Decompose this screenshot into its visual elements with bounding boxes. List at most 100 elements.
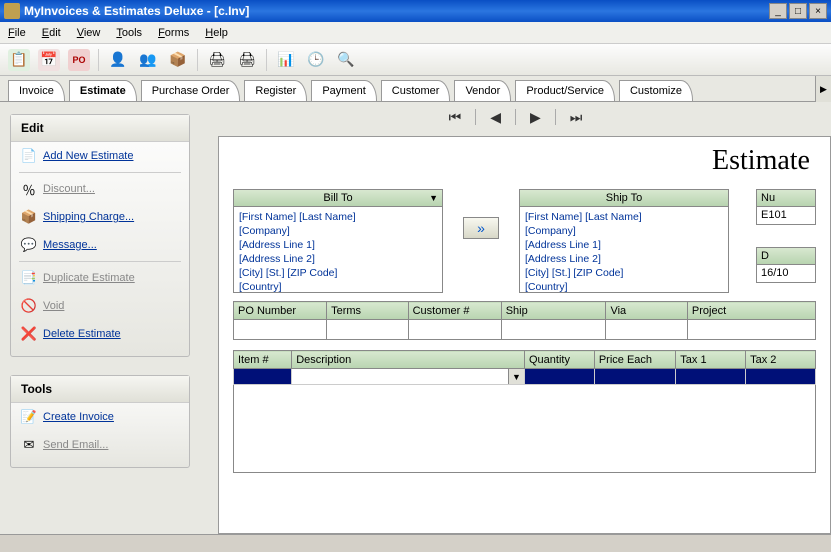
minimize-button[interactable]: _ xyxy=(769,3,787,19)
toolbar-po-icon[interactable]: PO xyxy=(68,49,90,71)
toolbar-clock-icon[interactable]: 🕒 xyxy=(305,49,327,71)
add-icon: 📄 xyxy=(21,148,37,164)
ship-to-body[interactable]: [First Name] [Last Name] [Company] [Addr… xyxy=(519,207,729,293)
bill-to-body[interactable]: [First Name] [Last Name] [Company] [Addr… xyxy=(233,207,443,293)
ship-to-header: Ship To xyxy=(519,189,729,207)
items-row-selected[interactable]: ▼ xyxy=(234,369,816,385)
items-body-empty[interactable] xyxy=(233,385,816,473)
cell-quantity[interactable] xyxy=(525,369,595,385)
sidebar-item-label: Void xyxy=(43,300,64,312)
cell-price-each[interactable] xyxy=(594,369,675,385)
menu-edit[interactable]: Edit xyxy=(42,27,61,39)
tools-panel-header: Tools xyxy=(11,376,189,403)
toolbar-print-icon[interactable]: 🖨 xyxy=(206,49,228,71)
send-email-icon: ✉ xyxy=(21,437,37,453)
toolbar-print-preview-icon[interactable]: 🖨 xyxy=(236,49,258,71)
tools-panel: Tools 📝 Create Invoice ✉ Send Email... xyxy=(10,375,190,468)
number-header: Nu xyxy=(756,189,816,207)
toolbar: 📋 📅 PO 👤 👥 📦 🖨 🖨 📊 🕒 🔍 xyxy=(0,44,831,76)
sidebar-delete-estimate[interactable]: ❌ Delete Estimate xyxy=(11,320,189,348)
tab-customer[interactable]: Customer xyxy=(381,80,451,101)
main-area: ⏮ ◀ ▶ ⏭ Estimate Bill To ▼ [First Name] … xyxy=(200,102,831,534)
double-arrow-right-icon: » xyxy=(477,220,485,236)
nav-last-icon[interactable]: ⏭ xyxy=(570,109,583,126)
maximize-button[interactable]: □ xyxy=(789,3,807,19)
tab-vendor[interactable]: Vendor xyxy=(454,80,511,101)
menu-forms[interactable]: Forms xyxy=(158,27,189,39)
sidebar-add-new-estimate[interactable]: 📄 Add New Estimate xyxy=(11,142,189,170)
col-project: Project xyxy=(687,302,815,320)
bill-to-block: Bill To ▼ [First Name] [Last Name] [Comp… xyxy=(233,189,443,293)
cell-tax2[interactable] xyxy=(746,369,816,385)
col-price-each: Price Each xyxy=(594,351,675,369)
tab-invoice[interactable]: Invoice xyxy=(8,80,65,101)
menu-view[interactable]: View xyxy=(77,27,101,39)
copy-address-button[interactable]: » xyxy=(463,217,499,239)
sidebar-void[interactable]: 🚫 Void xyxy=(11,292,189,320)
nav-prev-icon[interactable]: ◀ xyxy=(490,109,501,126)
tab-register[interactable]: Register xyxy=(244,80,307,101)
void-icon: 🚫 xyxy=(21,298,37,314)
sidebar-item-label: Shipping Charge... xyxy=(43,211,134,223)
app-icon xyxy=(4,3,20,19)
window-title: MyInvoices & Estimates Deluxe - [c.Inv] xyxy=(24,4,769,18)
sidebar-item-label: Send Email... xyxy=(43,439,108,451)
menu-tools[interactable]: Tools xyxy=(116,27,142,39)
toolbar-package-add-icon[interactable]: 📦 xyxy=(167,49,189,71)
menubar: File Edit View Tools Forms Help xyxy=(0,22,831,44)
cell-description[interactable]: ▼ xyxy=(292,369,525,385)
toolbar-search-icon[interactable]: 🔍 xyxy=(335,49,357,71)
menu-help[interactable]: Help xyxy=(205,27,228,39)
details-grid: PO Number Terms Customer # Ship Via Proj… xyxy=(233,301,816,340)
col-item-no: Item # xyxy=(234,351,292,369)
col-tax1: Tax 1 xyxy=(676,351,746,369)
sidebar-discount[interactable]: ％ Discount... xyxy=(11,175,189,203)
cell-item-no[interactable] xyxy=(234,369,292,385)
number-field[interactable]: E101 xyxy=(756,207,816,225)
bill-to-header[interactable]: Bill To ▼ xyxy=(233,189,443,207)
close-button[interactable]: × xyxy=(809,3,827,19)
sidebar-message[interactable]: 💬 Message... xyxy=(11,231,189,259)
sidebar-item-label: Message... xyxy=(43,239,97,251)
sidebar-duplicate-estimate[interactable]: 📑 Duplicate Estimate xyxy=(11,264,189,292)
tab-estimate[interactable]: Estimate xyxy=(69,80,137,101)
date-field[interactable]: 16/10 xyxy=(756,265,816,283)
tab-scroll-right-icon[interactable]: ▶ xyxy=(815,76,831,102)
sidebar-shipping-charge[interactable]: 📦 Shipping Charge... xyxy=(11,203,189,231)
toolbar-group-add-icon[interactable]: 👥 xyxy=(137,49,159,71)
titlebar: MyInvoices & Estimates Deluxe - [c.Inv] … xyxy=(0,0,831,22)
dropdown-button[interactable]: ▼ xyxy=(508,369,524,384)
toolbar-person-add-icon[interactable]: 👤 xyxy=(107,49,129,71)
tab-payment[interactable]: Payment xyxy=(311,80,376,101)
details-row[interactable] xyxy=(234,320,816,340)
date-header: D xyxy=(756,247,816,265)
sidebar-item-label: Discount... xyxy=(43,183,95,195)
toolbar-chart-icon[interactable]: 📊 xyxy=(275,49,297,71)
sidebar-send-email[interactable]: ✉ Send Email... xyxy=(11,431,189,459)
sidebar-create-invoice[interactable]: 📝 Create Invoice xyxy=(11,403,189,431)
sidebar-item-label: Duplicate Estimate xyxy=(43,272,135,284)
edit-panel-header: Edit xyxy=(11,115,189,142)
nav-next-icon[interactable]: ▶ xyxy=(530,109,541,126)
toolbar-new-icon[interactable]: 📋 xyxy=(8,49,30,71)
sidebar-item-label: Add New Estimate xyxy=(43,150,133,162)
nav-first-icon[interactable]: ⏮ xyxy=(449,109,462,126)
date-block: D 16/10 xyxy=(756,247,816,283)
col-via: Via xyxy=(606,302,687,320)
ship-to-block: Ship To [First Name] [Last Name] [Compan… xyxy=(519,189,729,293)
cell-tax1[interactable] xyxy=(676,369,746,385)
menu-file[interactable]: File xyxy=(8,27,26,39)
col-description: Description xyxy=(292,351,525,369)
col-terms: Terms xyxy=(327,302,408,320)
toolbar-calendar-icon[interactable]: 📅 xyxy=(38,49,60,71)
tab-product-service[interactable]: Product/Service xyxy=(515,80,615,101)
items-grid: Item # Description Quantity Price Each T… xyxy=(233,350,816,473)
number-block: Nu E101 xyxy=(756,189,816,225)
tab-customize[interactable]: Customize xyxy=(619,80,693,101)
edit-panel: Edit 📄 Add New Estimate ％ Discount... 📦 … xyxy=(10,114,190,357)
chevron-down-icon[interactable]: ▼ xyxy=(429,193,438,203)
document-title: Estimate xyxy=(219,137,830,189)
col-ship: Ship xyxy=(501,302,606,320)
col-tax2: Tax 2 xyxy=(746,351,816,369)
tab-purchase-order[interactable]: Purchase Order xyxy=(141,80,241,101)
